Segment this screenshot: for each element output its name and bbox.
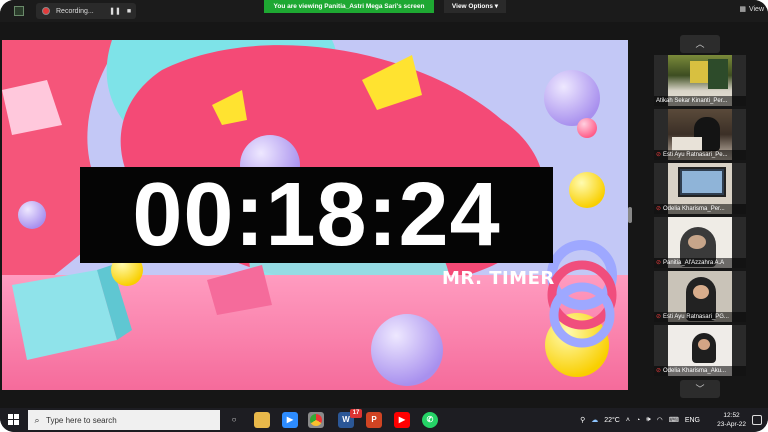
shared-screen: 00:18:24 MR. TIMER (2, 40, 628, 390)
participant-name-label: ⊘ Odelia Kharisma_Aku... (654, 366, 746, 376)
participant-tile[interactable]: ⊘ Odelia Kharisma_Per... (654, 163, 746, 214)
participant-tile[interactable]: ⊘ Odelia Kharisma_Aku... (654, 325, 746, 376)
mic-muted-icon: ⊘ (656, 152, 662, 158)
network-icon[interactable]: ◔ (636, 417, 640, 424)
zoom-app-icon[interactable]: ▶ (282, 412, 298, 428)
search-icon: ⌕ (34, 414, 40, 425)
gallery-scroll-up-button[interactable]: ︿ (680, 35, 720, 53)
timer-brand-label: MR. TIMER (442, 268, 555, 289)
timer-display: 00:18:24 (80, 167, 553, 263)
clock-time: 12:52 (723, 412, 740, 419)
action-center-icon[interactable] (752, 415, 762, 425)
notification-badge: 17 (350, 409, 362, 418)
participant-tile[interactable]: ⊘ Panitia_Al'Azzahra A.A (654, 217, 746, 268)
file-explorer-icon[interactable] (254, 412, 270, 428)
mic-muted-icon: ⊘ (656, 368, 662, 374)
wifi-icon[interactable]: ◠ (657, 416, 663, 424)
search-placeholder: Type here to search (46, 415, 117, 425)
people-icon[interactable]: ⚲ (580, 416, 585, 424)
volume-icon[interactable]: 🕪 (646, 416, 650, 424)
powerpoint-icon[interactable]: P (366, 412, 382, 428)
participant-name-label: ⊘ Esti Ayu Ratnasari_Pe... (654, 150, 746, 160)
record-icon (42, 7, 50, 15)
clock-date: 23-Apr-22 (717, 421, 746, 428)
weather-icon: ☁ (591, 417, 599, 424)
chevron-up-icon: ︿ (695, 39, 705, 49)
task-view-icon[interactable]: ○ (226, 412, 242, 428)
top-bar: Recording... ❚❚ ■ You are viewing Paniti… (0, 0, 768, 22)
mic-muted-icon: ⊘ (656, 314, 662, 320)
view-label: View (748, 5, 764, 13)
share-banner: You are viewing Panitia_Astri Mega Sari'… (264, 0, 434, 13)
view-button[interactable]: ▦ View (739, 5, 764, 14)
mic-muted-icon: ⊘ (656, 206, 662, 212)
language-indicator[interactable]: ENG (685, 417, 700, 424)
mic-muted-icon: ⊘ (656, 260, 662, 266)
chevron-down-icon: ﹀ (695, 384, 705, 394)
keyboard-icon[interactable]: ⌨ (669, 416, 679, 424)
taskbar-clock[interactable]: 12:52 23-Apr-22 (717, 411, 746, 429)
participant-name-label: ⊘ Esti Ayu Ratnasari_PG... (654, 312, 746, 322)
whatsapp-icon[interactable]: ✆ (422, 412, 438, 428)
participant-name-label: ⊘ Panitia_Al'Azzahra A.A (654, 258, 746, 268)
chrome-icon[interactable] (308, 412, 324, 428)
chevron-up-icon[interactable]: ˄ (626, 417, 630, 424)
start-button[interactable] (8, 414, 20, 426)
grid-icon: ▦ (739, 6, 746, 13)
participant-gallery: ︿ Atikah Sekar Kinanti_Per... ⊘ Esti Ayu … (654, 35, 746, 405)
taskbar-search-box[interactable]: ⌕ Type here to search (28, 410, 220, 430)
participant-tile[interactable]: Atikah Sekar Kinanti_Per... (654, 55, 746, 106)
zoom-window: Recording... ❚❚ ■ You are viewing Paniti… (0, 0, 768, 432)
youtube-icon[interactable]: ▶ (394, 412, 410, 428)
participant-name-label: ⊘ Odelia Kharisma_Per... (654, 204, 746, 214)
gallery-scroll-down-button[interactable]: ﹀ (680, 380, 720, 398)
chevron-down-icon: ▾ (494, 3, 499, 10)
panel-splitter-handle[interactable] (628, 207, 632, 223)
system-tray: ⚲ ☁ 22°C ˄ ◔ 🕪 ◠ ⌨ ENG (580, 408, 738, 432)
weather-temp[interactable]: 22°C (604, 417, 620, 424)
pause-icon[interactable]: ❚❚ (108, 7, 122, 15)
recording-indicator: Recording... ❚❚ ■ (36, 3, 136, 19)
view-options-button[interactable]: View Options ▾ (444, 0, 506, 13)
recording-label: Recording... (56, 7, 94, 15)
windows-taskbar: ⌕ Type here to search ○ ▶ W 17 P ▶ ✆ ⚲ ☁… (0, 408, 768, 432)
participant-tile[interactable]: ⊘ Esti Ayu Ratnasari_Pe... (654, 109, 746, 160)
view-options-label: View Options (451, 3, 493, 10)
timer-value: 00:18:24 (132, 165, 501, 265)
window-icon (14, 6, 24, 16)
participant-tile[interactable]: ⊘ Esti Ayu Ratnasari_PG... (654, 271, 746, 322)
participant-name-label: Atikah Sekar Kinanti_Per... (654, 96, 746, 106)
stop-icon[interactable]: ■ (122, 8, 136, 15)
